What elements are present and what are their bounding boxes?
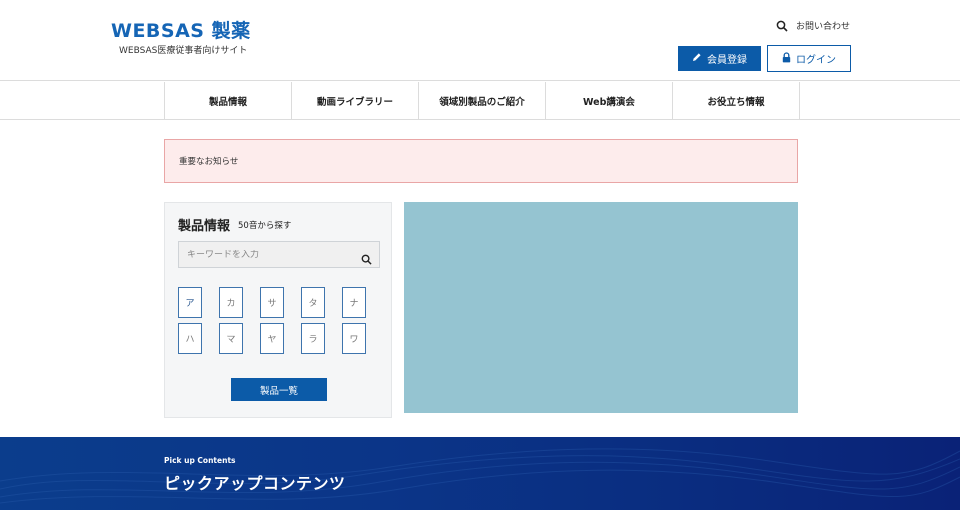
kana-button-sa[interactable]: サ (260, 287, 284, 318)
kana-button-ma[interactable]: マ (219, 323, 243, 354)
login-label: ログイン (796, 55, 836, 66)
kana-button-wa[interactable]: ワ (342, 323, 366, 354)
pickup-title: ピックアップコンテンツ (164, 474, 346, 493)
logo-subtitle: WEBSAS医療従事者向けサイト (119, 46, 248, 56)
kana-button-ha[interactable]: ハ (178, 323, 202, 354)
wave-pattern (0, 448, 960, 504)
nav-item-products-by-area[interactable]: 領域別製品のご紹介 (419, 82, 546, 120)
contact-label: お問い合わせ (795, 22, 850, 32)
kana-button-ra[interactable]: ラ (301, 323, 325, 354)
main-banner[interactable] (404, 202, 798, 413)
global-nav: 製品情報 動画ライブラリー 領域別製品のご紹介 Web講演会 お役立ち情報 (0, 82, 960, 120)
register-label: 会員登録 (707, 55, 747, 66)
product-search-panel: 製品情報 50音から探す ア カ サ タ ナ ハ マ ヤ ラ ワ 製品一覧 (164, 202, 392, 418)
site-header: WEBSAS 製薬 WEBSAS医療従事者向けサイト お問い合わせ 会員登録 ロ… (0, 0, 960, 81)
nav-item-video-library[interactable]: 動画ライブラリー (292, 82, 419, 120)
panel-title: 製品情報 (178, 219, 231, 234)
product-list-button[interactable]: 製品一覧 (231, 378, 327, 401)
lock-icon (782, 51, 791, 66)
kana-button-ta[interactable]: タ (301, 287, 325, 318)
notice-text: 重要なお知らせ (179, 157, 239, 167)
kana-button-a[interactable]: ア (178, 287, 202, 318)
nav-list: 製品情報 動画ライブラリー 領域別製品のご紹介 Web講演会 お役立ち情報 (164, 82, 800, 120)
important-notice[interactable]: 重要なお知らせ (164, 139, 798, 183)
nav-item-useful-info[interactable]: お役立ち情報 (673, 82, 800, 120)
keyword-input[interactable] (187, 249, 357, 260)
panel-subtitle: 50音から探す (238, 221, 292, 231)
contact-link[interactable]: お問い合わせ (776, 19, 850, 32)
pencil-icon (692, 52, 702, 65)
login-button[interactable]: ログイン (767, 45, 851, 72)
register-button[interactable]: 会員登録 (678, 46, 761, 71)
pickup-label: Pick up Contents (164, 456, 236, 465)
kana-button-ka[interactable]: カ (219, 287, 243, 318)
search-icon[interactable] (361, 250, 372, 269)
nav-item-web-lectures[interactable]: Web講演会 (546, 82, 673, 120)
kana-index: ア カ サ タ ナ ハ マ ヤ ラ ワ (178, 287, 366, 354)
nav-item-products[interactable]: 製品情報 (165, 82, 292, 120)
search-icon (776, 20, 788, 32)
site-logo[interactable]: WEBSAS 製薬 WEBSAS医療従事者向けサイト (111, 20, 251, 56)
kana-button-na[interactable]: ナ (342, 287, 366, 318)
pickup-section: Pick up Contents ピックアップコンテンツ (0, 437, 960, 510)
kana-button-ya[interactable]: ヤ (260, 323, 284, 354)
logo-mark: WEBSAS 製薬 (111, 20, 251, 42)
keyword-search (178, 241, 380, 268)
